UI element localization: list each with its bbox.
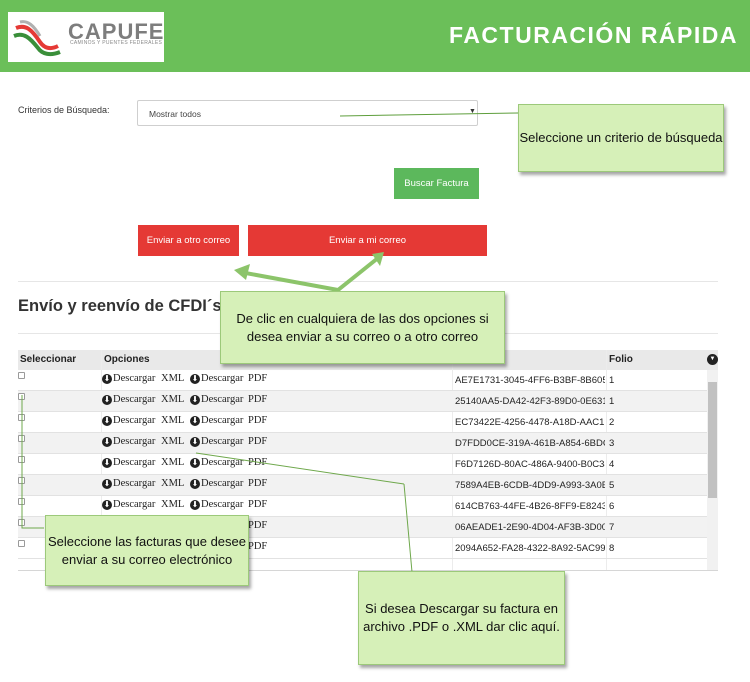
arrow-left-icon (234, 264, 250, 280)
callout-download: Si desea Descargar su factura en archivo… (358, 571, 565, 665)
callout-criteria: Seleccione un criterio de búsqueda (518, 104, 724, 172)
callout-send: De clic en cualquiera de las dos opcione… (220, 291, 505, 364)
callout-select: Seleccione las facturas que desee enviar… (45, 515, 249, 586)
